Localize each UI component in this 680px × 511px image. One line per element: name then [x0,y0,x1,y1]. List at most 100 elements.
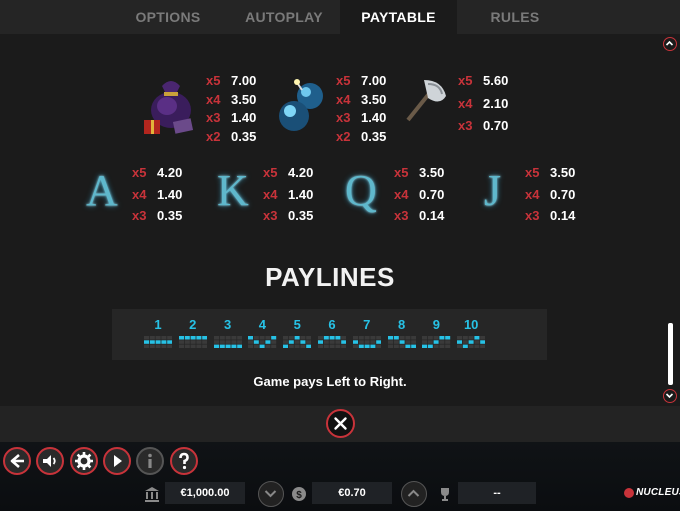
payout: 3.50 [231,91,257,107]
payline-cell [474,340,480,344]
j-pays: x5 3.50 x4 0.70 x3 0.14 [525,162,575,227]
payline-cell [196,340,202,344]
payout: 7.00 [361,73,387,88]
back-button[interactable] [3,447,31,475]
payline-pattern [248,336,277,349]
close-button[interactable] [326,409,355,438]
payline-cell [149,336,155,340]
multiplier: x5 [336,73,351,88]
payline-cell [318,336,323,340]
multiplier: x5 [263,165,278,180]
payline-cell [294,336,300,340]
payline-cell [335,344,341,349]
tab-paytable[interactable]: PAYTABLE [340,0,457,34]
payline-cell [422,344,428,349]
payline-cell [399,340,405,344]
payout: 3.50 [550,165,576,180]
info-button[interactable] [136,447,164,475]
multiplier: x2 [206,128,221,144]
brand-logo: NUCLEUS [636,487,680,498]
payline-cell [341,340,347,344]
play-button[interactable] [103,447,131,475]
question-icon [179,452,189,470]
payout: 4.20 [157,165,183,180]
help-button[interactable] [170,447,198,475]
scroll-up-button[interactable] [663,37,677,51]
payline-cell [144,336,149,340]
multiplier: x5 [206,73,221,88]
payline-cell [219,340,225,344]
scroll-down-button[interactable] [663,389,677,403]
payline-cell [271,336,277,340]
payline-cell [178,340,184,344]
payout: 4.20 [288,165,314,180]
multiplier: x5 [394,165,409,180]
letter-j-icon: J [484,166,502,215]
bet-display: €0.70 [312,482,392,504]
payline-cell [196,336,202,340]
payline-cell [480,336,486,340]
payline-cell [167,336,173,340]
payout: 0.35 [157,208,183,223]
payline-cell [294,344,300,349]
payline-cell [230,340,236,344]
payline-number: 8 [397,317,406,332]
payline-cell [457,340,463,344]
payline-cell [248,340,254,344]
payline-cell [318,344,323,349]
scrollbar-thumb[interactable] [668,323,673,385]
multiplier: x3 [336,110,351,125]
payline-cell [283,344,289,349]
chevron-up-icon [665,40,674,46]
a-pays: x5 4.20 x4 1.40 x3 0.35 [132,162,182,227]
win-display: -- [458,482,536,504]
payline-cell [161,340,167,344]
payline-number: 6 [328,317,336,332]
payline-cell [433,340,439,344]
bomb-pays: x5 7.00 x4 3.50 x3 1.40 x2 0.35 [336,72,386,146]
payline-cell [335,336,341,340]
payline-cell [410,340,416,344]
payline-cell [375,340,381,344]
payline-cell [404,340,410,344]
payline-cell [155,340,161,344]
payline-cell [178,344,184,349]
tab-options[interactable]: OPTIONS [118,0,218,34]
payline-cell [352,340,358,344]
multiplier: x2 [336,128,351,144]
payline-pattern [213,336,242,349]
tab-rules[interactable]: RULES [465,0,565,34]
payline-cell [144,340,149,344]
payline-cell [167,340,173,344]
payline-cell [178,336,184,340]
settings-button[interactable] [70,447,98,475]
bet-increase-button[interactable] [401,481,427,507]
multiplier: x3 [206,110,221,125]
payline-cell [236,336,242,340]
tab-autoplay[interactable]: AUTOPLAY [229,0,339,34]
trophy-icon [441,488,449,501]
payline-cell [462,340,468,344]
payout: 3.50 [361,91,387,107]
payline-cell [358,336,364,340]
payline-cell [190,336,196,340]
payline-cell [445,336,451,340]
payline-cell [254,340,260,344]
paylines-title: PAYLINES [265,262,395,292]
payout: 2.10 [483,95,509,111]
payline-cell [196,344,202,349]
payline-cell [219,344,225,349]
multiplier: x4 [206,91,221,107]
payline-cell [149,340,155,344]
payline-pattern [318,336,347,349]
payline-cell [480,340,486,344]
payline-cell [144,344,149,349]
letter-q-icon: Q [345,166,377,215]
payline-cell [184,344,190,349]
payline-number: 9 [432,317,440,332]
bet-decrease-button[interactable] [258,481,284,507]
payline-cell [422,340,428,344]
sound-button[interactable] [36,447,64,475]
payline-cell [399,344,405,349]
payline-pattern [144,336,173,349]
